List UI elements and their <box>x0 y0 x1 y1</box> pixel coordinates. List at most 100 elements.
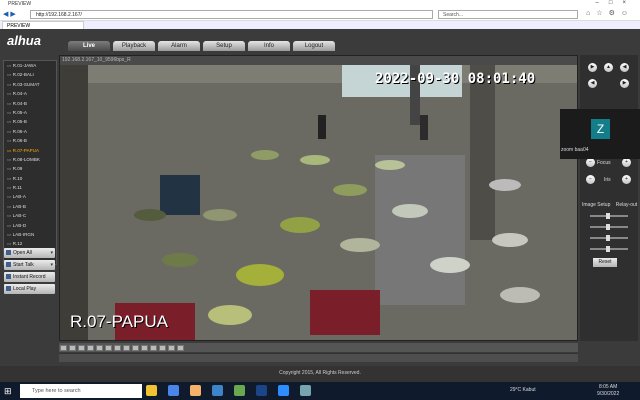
weather-widget[interactable]: 29°C Kabut <box>510 387 536 393</box>
window-title: PREVIEW <box>8 1 32 7</box>
record-icon <box>6 274 11 279</box>
ptz-panel: ▶ ▲ ◀ ◀ ▶ Focus − + Iris − + <box>580 55 638 341</box>
back-forward-icons[interactable]: ◀▶ <box>3 10 18 18</box>
menu-setup[interactable]: Setup <box>203 41 245 51</box>
ptz-left-up-button[interactable]: ▶ <box>588 63 597 72</box>
reset-button[interactable]: Reset <box>593 258 617 267</box>
task-view-icon[interactable] <box>168 385 179 396</box>
camera-item[interactable]: R.02-BALI <box>4 70 56 79</box>
camera-item[interactable]: LAB-C <box>4 211 56 220</box>
camera-item[interactable]: LAB-B <box>4 202 56 211</box>
browser-tool-icons[interactable]: ⌂☆⚙☺ <box>586 9 634 17</box>
hue-slider[interactable] <box>590 246 628 252</box>
layout-4-icon[interactable] <box>69 344 76 351</box>
camera-item[interactable]: R.04-B <box>4 99 56 108</box>
audio-icon[interactable] <box>141 344 148 351</box>
camera-item[interactable]: R.08-LOMBK <box>4 155 56 164</box>
camera-item[interactable]: LAB-IRGN <box>4 230 56 239</box>
ptz-left-button[interactable]: ◀ <box>588 79 597 88</box>
ptz-right-up-button[interactable]: ◀ <box>620 63 629 72</box>
file-explorer-icon[interactable] <box>146 385 157 396</box>
menu-logout[interactable]: Logout <box>293 41 335 51</box>
dropdown-icon[interactable]: ▾ <box>50 260 53 270</box>
close-icon[interactable] <box>168 344 175 351</box>
edge-icon[interactable] <box>212 385 223 396</box>
camera-item[interactable]: R.03-SUMAT <box>4 80 56 89</box>
browser-search-field[interactable]: Search... <box>438 10 578 19</box>
iris-plus-button[interactable]: + <box>622 175 631 184</box>
video-toolbar <box>59 343 578 352</box>
layout-16-icon[interactable] <box>87 344 94 351</box>
nvr-web-app: alhua Live Playback Alarm Setup Info Log… <box>0 29 640 382</box>
camera-item-selected[interactable]: R.07-PAPUA <box>4 146 56 155</box>
snapshot-icon[interactable] <box>105 344 112 351</box>
layout-9-icon[interactable] <box>78 344 85 351</box>
camera-item[interactable]: R.05-A <box>4 108 56 117</box>
app-icon[interactable] <box>300 385 311 396</box>
focus-minus-button[interactable]: − <box>586 158 595 167</box>
camera-item[interactable]: R.09 <box>4 164 56 173</box>
local-play-button[interactable]: Local Play <box>4 284 55 294</box>
camera-item[interactable]: R.11 <box>4 183 56 192</box>
more-icon[interactable] <box>177 344 184 351</box>
saturation-slider[interactable] <box>590 235 628 241</box>
url-field[interactable]: http://192.168.2.167/ <box>30 10 433 19</box>
start-talk-button[interactable]: Start Talk ▾ <box>4 260 55 270</box>
folder-icon[interactable] <box>190 385 201 396</box>
live-video-view[interactable]: 192.168.2.167_10_9596bps_R 2022-09-30 08… <box>59 55 578 341</box>
play-icon <box>6 286 11 291</box>
video-status-strip <box>59 353 578 362</box>
ptz-icon[interactable] <box>150 344 157 351</box>
copyright-footer: Copyright 2015, All Rights Reserved. <box>0 366 640 382</box>
focus-label: Focus <box>597 160 611 166</box>
iris-minus-button[interactable]: − <box>586 175 595 184</box>
layout-1-icon[interactable] <box>60 344 67 351</box>
fullscreen-icon[interactable] <box>96 344 103 351</box>
image-setup-header: Image Setup Relay-out <box>582 202 637 208</box>
instant-record-button[interactable]: Instant Record <box>4 272 55 282</box>
zoom-icon[interactable] <box>278 385 289 396</box>
setup-icon[interactable] <box>159 344 166 351</box>
ptz-right-button[interactable]: ▶ <box>620 79 629 88</box>
menu-live[interactable]: Live <box>68 41 110 51</box>
system-clock[interactable]: 8:05 AM 9/30/2022 <box>597 384 619 398</box>
windows-taskbar: ⊞ Type here to search 29°C Kabut 8:05 AM… <box>0 382 640 400</box>
menu-playback[interactable]: Playback <box>113 41 155 51</box>
camera-item[interactable]: R.01-JAWA <box>4 61 56 70</box>
window-controls[interactable]: –□× <box>596 0 636 6</box>
ptz-up-button[interactable]: ▲ <box>604 63 613 72</box>
zoom-meeting-overlay[interactable]: Z zoom baa04 <box>560 109 640 159</box>
camera-item[interactable]: R.06-A <box>4 127 56 136</box>
open-all-button[interactable]: Open All ▾ <box>4 248 55 258</box>
camera-item[interactable]: R.06-B <box>4 136 56 145</box>
grid-icon <box>6 250 11 255</box>
image-setup-label[interactable]: Image Setup <box>582 202 610 208</box>
dropdown-icon[interactable]: ▾ <box>50 248 53 258</box>
camera-item[interactable]: R.10 <box>4 174 56 183</box>
word-icon[interactable] <box>256 385 267 396</box>
camera-list: R.01-JAWA R.02-BALI R.03-SUMAT R.04-A R.… <box>3 60 57 265</box>
iris-label: Iris <box>604 177 611 183</box>
address-bar: ◀▶ http://192.168.2.167/ Search... ⌂☆⚙☺ <box>0 8 640 21</box>
stream-icon[interactable] <box>123 344 130 351</box>
brightness-slider[interactable] <box>590 213 628 219</box>
menu-info[interactable]: Info <box>248 41 290 51</box>
camera-item[interactable]: R.04-A <box>4 89 56 98</box>
browser-title-bar: PREVIEW –□× <box>0 0 640 8</box>
camera-item[interactable]: R.05-B <box>4 117 56 126</box>
windows-start-icon[interactable]: ⊞ <box>4 386 14 396</box>
zoom-icon[interactable] <box>132 344 139 351</box>
chrome-icon[interactable] <box>234 385 245 396</box>
camera-item[interactable]: LAB-D <box>4 221 56 230</box>
contrast-slider[interactable] <box>590 224 628 230</box>
tab-preview[interactable]: PREVIEW <box>2 21 84 29</box>
relay-out-label[interactable]: Relay-out <box>616 202 637 208</box>
menu-alarm[interactable]: Alarm <box>158 41 200 51</box>
camera-item[interactable]: LAB-A <box>4 192 56 201</box>
brand-logo: alhua <box>7 33 41 48</box>
focus-plus-button[interactable]: + <box>622 158 631 167</box>
microphone-icon <box>6 262 11 267</box>
record-icon[interactable] <box>114 344 121 351</box>
taskbar-search-input[interactable]: Type here to search <box>20 384 142 398</box>
avatar: Z <box>591 119 610 139</box>
